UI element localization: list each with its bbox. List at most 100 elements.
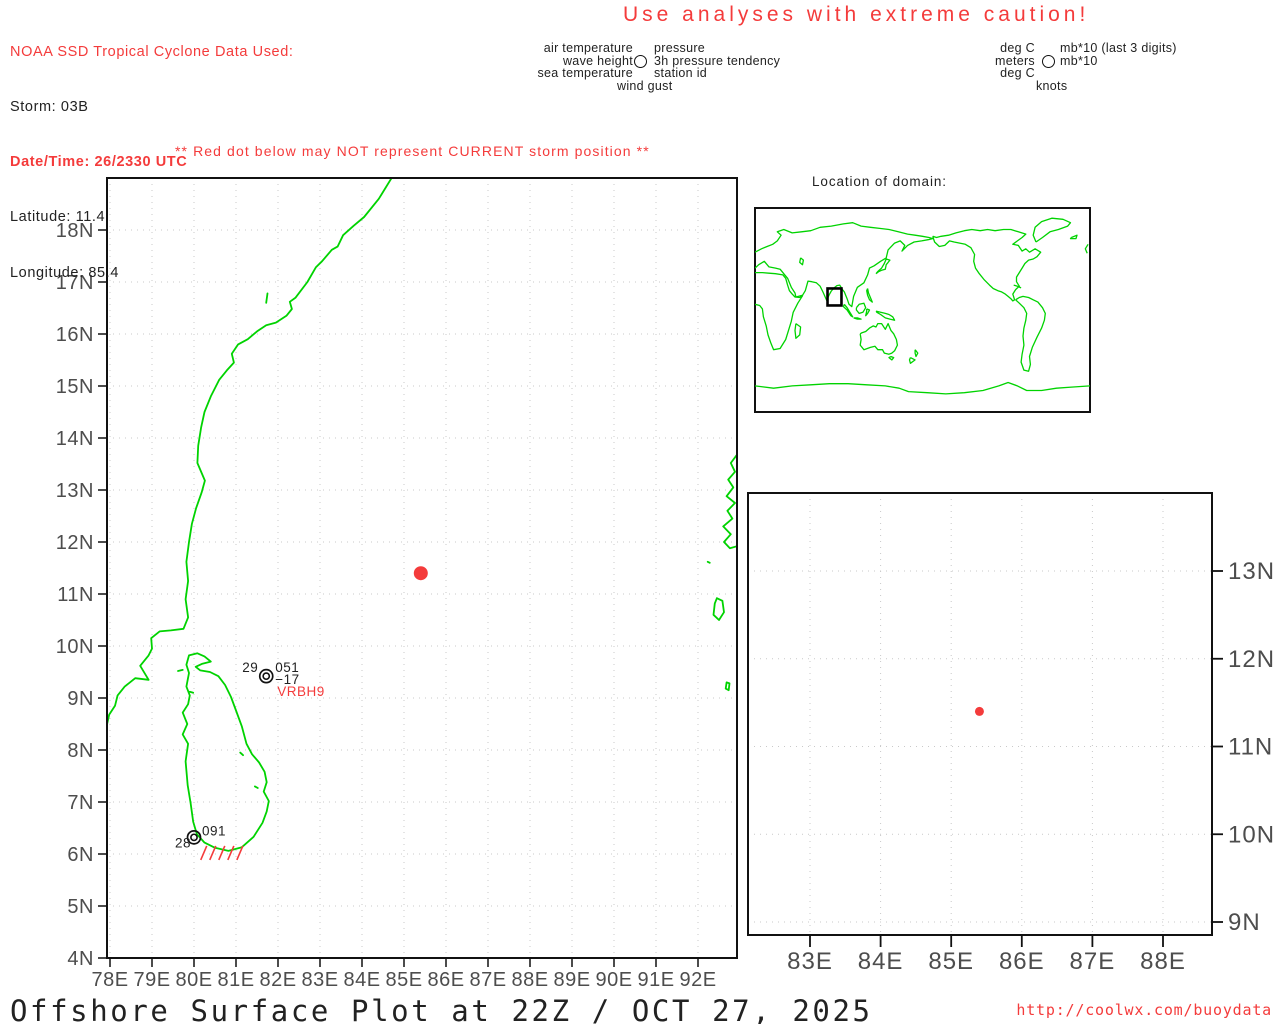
coastline	[712, 597, 725, 621]
coastline	[888, 355, 895, 361]
storm-position-dot	[974, 706, 984, 716]
coastline	[1069, 234, 1078, 240]
station-label: 091	[202, 823, 226, 838]
legend-sea-temperature: sea temperature	[537, 66, 633, 80]
axis-label: 78E	[91, 969, 128, 991]
axis-label: 83E	[301, 969, 338, 991]
station-plot: 28 091	[175, 823, 226, 850]
coastline	[875, 310, 896, 321]
station-circle-icon	[258, 668, 274, 684]
plot-title: Offshore Surface Plot at 22Z / OCT 27, 2…	[10, 994, 873, 1024]
axis-label: 90E	[595, 969, 632, 991]
coastline	[908, 357, 916, 364]
axis-label: 16N	[56, 324, 94, 346]
storm-info-title: NOAA SSD Tropical Cyclone Data Used:	[10, 43, 294, 60]
station-label: VRBH9	[277, 684, 325, 699]
units-circle-icon	[1042, 55, 1055, 68]
axis-label: 82E	[259, 969, 296, 991]
axis-label: 8N	[67, 740, 94, 762]
axis-label: 13N	[1228, 558, 1275, 585]
coastline	[799, 257, 805, 266]
station-label: 28	[175, 835, 191, 850]
axis-label: 86E	[999, 948, 1045, 975]
coastline	[181, 652, 270, 852]
coastline	[706, 560, 711, 564]
axis-label: 83E	[787, 948, 833, 975]
axis-label: 6N	[67, 844, 94, 866]
coastline	[853, 317, 862, 320]
axis-label: 80E	[175, 969, 212, 991]
axis-label: 88E	[1140, 948, 1186, 975]
zoom-map: 83E 84E 85E 86E 87E 88E 9N 10N 11N 12N 13N	[747, 492, 1275, 975]
coastline	[1084, 243, 1089, 254]
storm-position-dot	[413, 566, 428, 581]
station-model-circle-icon	[634, 55, 647, 68]
axis-label: 12N	[1228, 646, 1275, 673]
axis-label: 84E	[343, 969, 380, 991]
axis-label: 4N	[67, 948, 94, 970]
legend-station-id: station id	[654, 66, 708, 80]
station-circle-icon	[190, 833, 198, 842]
axis-label: 81E	[217, 969, 254, 991]
source-url-link[interactable]: http://coolwx.com/buoydata	[1016, 1001, 1272, 1019]
unit-3h-tendency: mb*10	[1060, 53, 1098, 68]
coastline	[865, 308, 871, 317]
caution-banner: Use analyses with extreme caution!	[623, 3, 1090, 26]
axis-label: 87E	[1070, 948, 1116, 975]
axis-label: 9N	[67, 688, 94, 710]
axis-label: 15N	[56, 376, 94, 398]
axis-label: 87E	[469, 969, 506, 991]
inset-map-title: Location of domain:	[812, 174, 947, 189]
axis-label: 5N	[67, 896, 94, 918]
station-circle-icon	[262, 672, 271, 681]
axis-label: 10N	[1228, 821, 1275, 848]
inset-border	[754, 207, 1091, 413]
coastline	[794, 323, 802, 339]
coastline	[932, 228, 1042, 302]
coastline	[855, 302, 867, 315]
storm-longitude-line: Longitude: 85.4	[10, 264, 119, 281]
coastline	[866, 288, 873, 303]
coastline	[188, 690, 195, 694]
coastline	[239, 751, 244, 757]
storm-latitude-line: Latitude: 11.4	[10, 209, 106, 226]
axis-label: 88E	[511, 969, 548, 991]
coastline	[755, 381, 1090, 395]
axis-label: 85E	[928, 948, 974, 975]
inset-world-map	[754, 207, 1091, 413]
coastline	[724, 681, 731, 692]
storm-position-warning: ** Red dot below may NOT represent CURRE…	[175, 143, 650, 159]
axis-label: 84E	[858, 948, 904, 975]
unit-sea-temperature: deg C	[1000, 66, 1035, 80]
coastline	[875, 258, 891, 275]
axis-label: 12N	[56, 532, 94, 554]
axis-label: 7N	[67, 792, 94, 814]
axis-label: 11N	[1228, 734, 1273, 761]
coastline	[722, 453, 737, 550]
axis-label: 79E	[133, 969, 170, 991]
axis-label: 86E	[427, 969, 464, 991]
axis-label: 14N	[56, 428, 94, 450]
axis-label: 91E	[637, 969, 674, 991]
storm-info-block: NOAA SSD Tropical Cyclone Data Used: Sto…	[10, 6, 294, 319]
axis-label: 11N	[57, 584, 94, 606]
axis-label: 92E	[679, 969, 716, 991]
station-label: 29	[242, 660, 258, 675]
station-plot: 29 051−17VRBH9	[242, 660, 325, 699]
coastline	[914, 349, 919, 358]
unit-wind-gust: knots	[1036, 78, 1068, 93]
axis-label: 9N	[1228, 909, 1261, 936]
axis-label: 10N	[56, 636, 94, 658]
world-coastlines	[755, 217, 1090, 395]
coastline	[755, 222, 934, 308]
storm-id-line: Storm: 03B	[10, 99, 89, 116]
coastline	[1032, 217, 1072, 243]
axis-label: 89E	[553, 969, 590, 991]
domain-rect	[826, 287, 843, 307]
coastline	[1015, 295, 1046, 372]
hatch-mark	[227, 845, 235, 861]
coastline	[177, 669, 184, 672]
coastline	[859, 322, 899, 355]
axis-label: 85E	[385, 969, 422, 991]
axis-label: 13N	[56, 480, 94, 502]
